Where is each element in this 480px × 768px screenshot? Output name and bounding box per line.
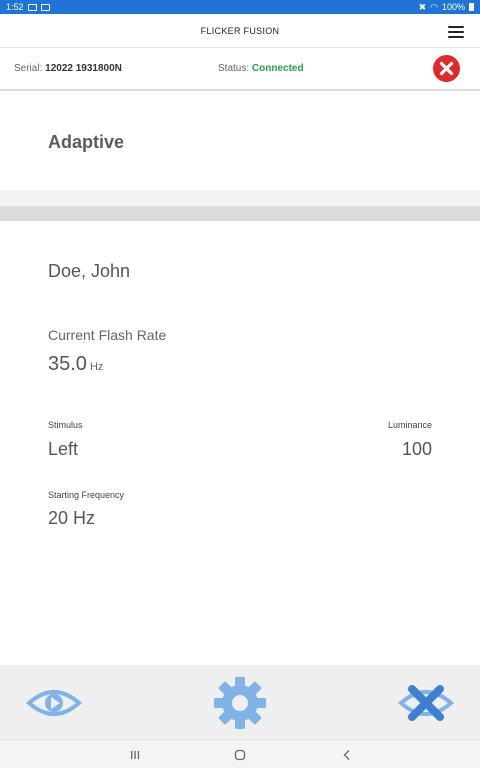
serial-label: Serial: — [14, 63, 43, 74]
home-icon[interactable] — [225, 740, 255, 768]
stimulus-label: Stimulus — [48, 420, 83, 430]
status-label: Status: — [218, 63, 250, 74]
test-mode-label: Adaptive — [48, 132, 125, 152]
starting-frequency-value: 20 Hz — [48, 508, 96, 528]
battery-icon — [469, 3, 474, 11]
section-divider — [0, 190, 480, 206]
mode-section: Adaptive — [0, 92, 480, 190]
recent-apps-icon[interactable] — [120, 740, 150, 768]
battery-level: 100% — [441, 2, 465, 12]
stimulus-value: Left — [48, 439, 79, 459]
image-notification-icon — [27, 3, 37, 11]
settings-button[interactable] — [212, 675, 268, 736]
starting-frequency-label: Starting Frequency — [48, 490, 125, 500]
cancel-test-button[interactable] — [397, 683, 455, 728]
action-toolbar — [0, 665, 480, 739]
device-info-bar: Serial: 12022 1931800N Status: Connected — [0, 49, 480, 91]
gear-icon — [214, 677, 266, 729]
status-time: 1:52 — [6, 2, 24, 12]
wifi-icon: ◠ — [430, 1, 438, 12]
section-divider-bar — [0, 206, 480, 221]
patient-name: Doe, John — [48, 261, 131, 281]
serial-field: Serial: 12022 1931800N — [14, 63, 122, 74]
luminance-value: 100 — [401, 439, 432, 459]
app-title: FLICKER FUSION — [200, 25, 280, 36]
status-bar: 1:52 ✖ ◠ 100% — [0, 0, 480, 14]
close-icon — [439, 61, 454, 76]
start-test-button[interactable] — [25, 685, 83, 726]
mute-icon: ✖ — [418, 1, 427, 12]
eye-icon — [25, 690, 83, 716]
disconnect-button[interactable] — [433, 55, 460, 82]
status-value: Connected — [251, 63, 304, 74]
menu-icon[interactable] — [448, 26, 464, 38]
eye-cancel-icon — [397, 685, 455, 721]
flash-rate-label: Current Flash Rate — [48, 327, 167, 343]
serial-value: 12022 1931800N — [45, 63, 122, 74]
download-notification-icon — [40, 3, 50, 11]
flash-rate-value: 35.0 — [48, 353, 87, 375]
flash-rate-readout: 35.0 Hz — [48, 353, 103, 376]
connection-status: Status: Connected — [218, 63, 304, 74]
test-details-section: Doe, John Current Flash Rate 35.0 Hz Stim… — [0, 221, 480, 665]
luminance-label: Luminance — [387, 420, 432, 430]
back-icon[interactable] — [332, 740, 362, 768]
app-header: FLICKER FUSION — [0, 14, 480, 48]
system-navigation-bar — [0, 739, 480, 768]
flash-rate-unit: Hz — [89, 361, 104, 373]
